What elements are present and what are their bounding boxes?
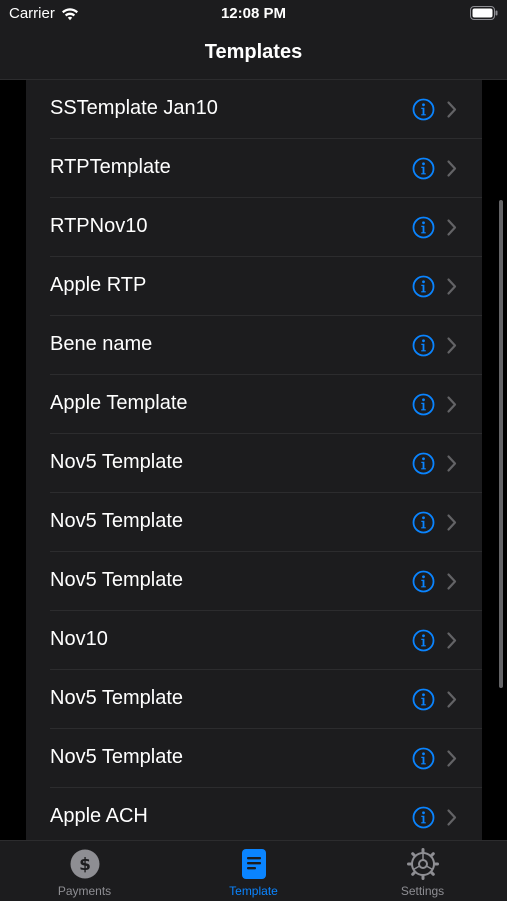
tab-payments-label: Payments: [57, 884, 112, 898]
info-circle-icon[interactable]: [412, 629, 435, 652]
info-circle-icon[interactable]: [412, 688, 435, 711]
template-list[interactable]: SSTemplate Jan10 RTPTemplate RTPNov10 Apple…: [26, 80, 482, 840]
template-name: Nov10: [50, 628, 108, 650]
chevron-right-icon: [447, 337, 457, 354]
info-circle-icon[interactable]: [412, 216, 435, 239]
tab-template-label: Template: [229, 884, 278, 898]
template-row[interactable]: Nov5 Template: [26, 552, 482, 611]
chevron-right-icon: [447, 219, 457, 236]
template-name: RTPTemplate: [50, 156, 171, 178]
template-name: SSTemplate Jan10: [50, 97, 218, 119]
info-circle-icon[interactable]: [412, 334, 435, 357]
tab-bar: $ Payments Template Settings: [0, 840, 507, 901]
tab-payments[interactable]: $ Payments: [0, 841, 169, 901]
status-time: 12:08 PM: [220, 5, 287, 22]
template-name: Nov5 Template: [50, 746, 184, 768]
chevron-right-icon: [447, 101, 457, 118]
template-row[interactable]: Apple RTP: [26, 257, 482, 316]
battery-icon: [470, 6, 498, 20]
info-circle-icon[interactable]: [412, 570, 435, 593]
navigation-bar: Templates: [0, 30, 507, 80]
dollar-circle-icon: $: [70, 849, 100, 879]
template-row[interactable]: Nov5 Template: [26, 493, 482, 552]
template-name: Apple RTP: [50, 274, 147, 296]
gear-icon: [407, 848, 439, 880]
template-name: Nov5 Template: [50, 569, 184, 591]
template-row[interactable]: RTPTemplate: [26, 139, 482, 198]
chevron-right-icon: [447, 809, 457, 826]
info-circle-icon[interactable]: [412, 393, 435, 416]
template-name: RTPNov10: [50, 215, 148, 237]
chevron-right-icon: [447, 396, 457, 413]
template-row[interactable]: Nov5 Template: [26, 670, 482, 729]
info-circle-icon[interactable]: [412, 157, 435, 180]
status-bar: Carrier 12:08 PM: [0, 0, 507, 30]
template-row[interactable]: Nov5 Template: [26, 434, 482, 493]
info-circle-icon[interactable]: [412, 452, 435, 475]
scroll-indicator[interactable]: [499, 200, 503, 688]
chevron-right-icon: [447, 160, 457, 177]
tab-template[interactable]: Template: [169, 841, 338, 901]
chevron-right-icon: [447, 278, 457, 295]
info-circle-icon[interactable]: [412, 98, 435, 121]
tab-settings-label: Settings: [400, 884, 445, 898]
info-circle-icon[interactable]: [412, 806, 435, 829]
chevron-right-icon: [447, 514, 457, 531]
chevron-right-icon: [447, 750, 457, 767]
template-row[interactable]: Nov10: [26, 611, 482, 670]
info-circle-icon[interactable]: [412, 511, 435, 534]
chevron-right-icon: [447, 632, 457, 649]
template-name: Apple Template: [50, 392, 188, 414]
info-circle-icon[interactable]: [412, 747, 435, 770]
info-circle-icon[interactable]: [412, 275, 435, 298]
template-row[interactable]: SSTemplate Jan10: [26, 80, 482, 139]
template-name: Nov5 Template: [50, 510, 184, 532]
tab-settings[interactable]: Settings: [338, 841, 507, 901]
chevron-right-icon: [447, 455, 457, 472]
template-row[interactable]: Bene name: [26, 316, 482, 375]
template-name: Nov5 Template: [50, 687, 184, 709]
svg-text:$: $: [79, 855, 91, 875]
template-row[interactable]: RTPNov10: [26, 198, 482, 257]
page-title: Templates: [204, 41, 303, 63]
document-icon: [242, 849, 266, 879]
chevron-right-icon: [447, 691, 457, 708]
template-name: Apple ACH: [50, 805, 148, 827]
template-name: Bene name: [50, 333, 153, 355]
chevron-right-icon: [447, 573, 457, 590]
template-row[interactable]: Apple Template: [26, 375, 482, 434]
template-name: Nov5 Template: [50, 451, 184, 473]
template-row[interactable]: Apple ACH: [26, 788, 482, 840]
template-row[interactable]: Nov5 Template: [26, 729, 482, 788]
